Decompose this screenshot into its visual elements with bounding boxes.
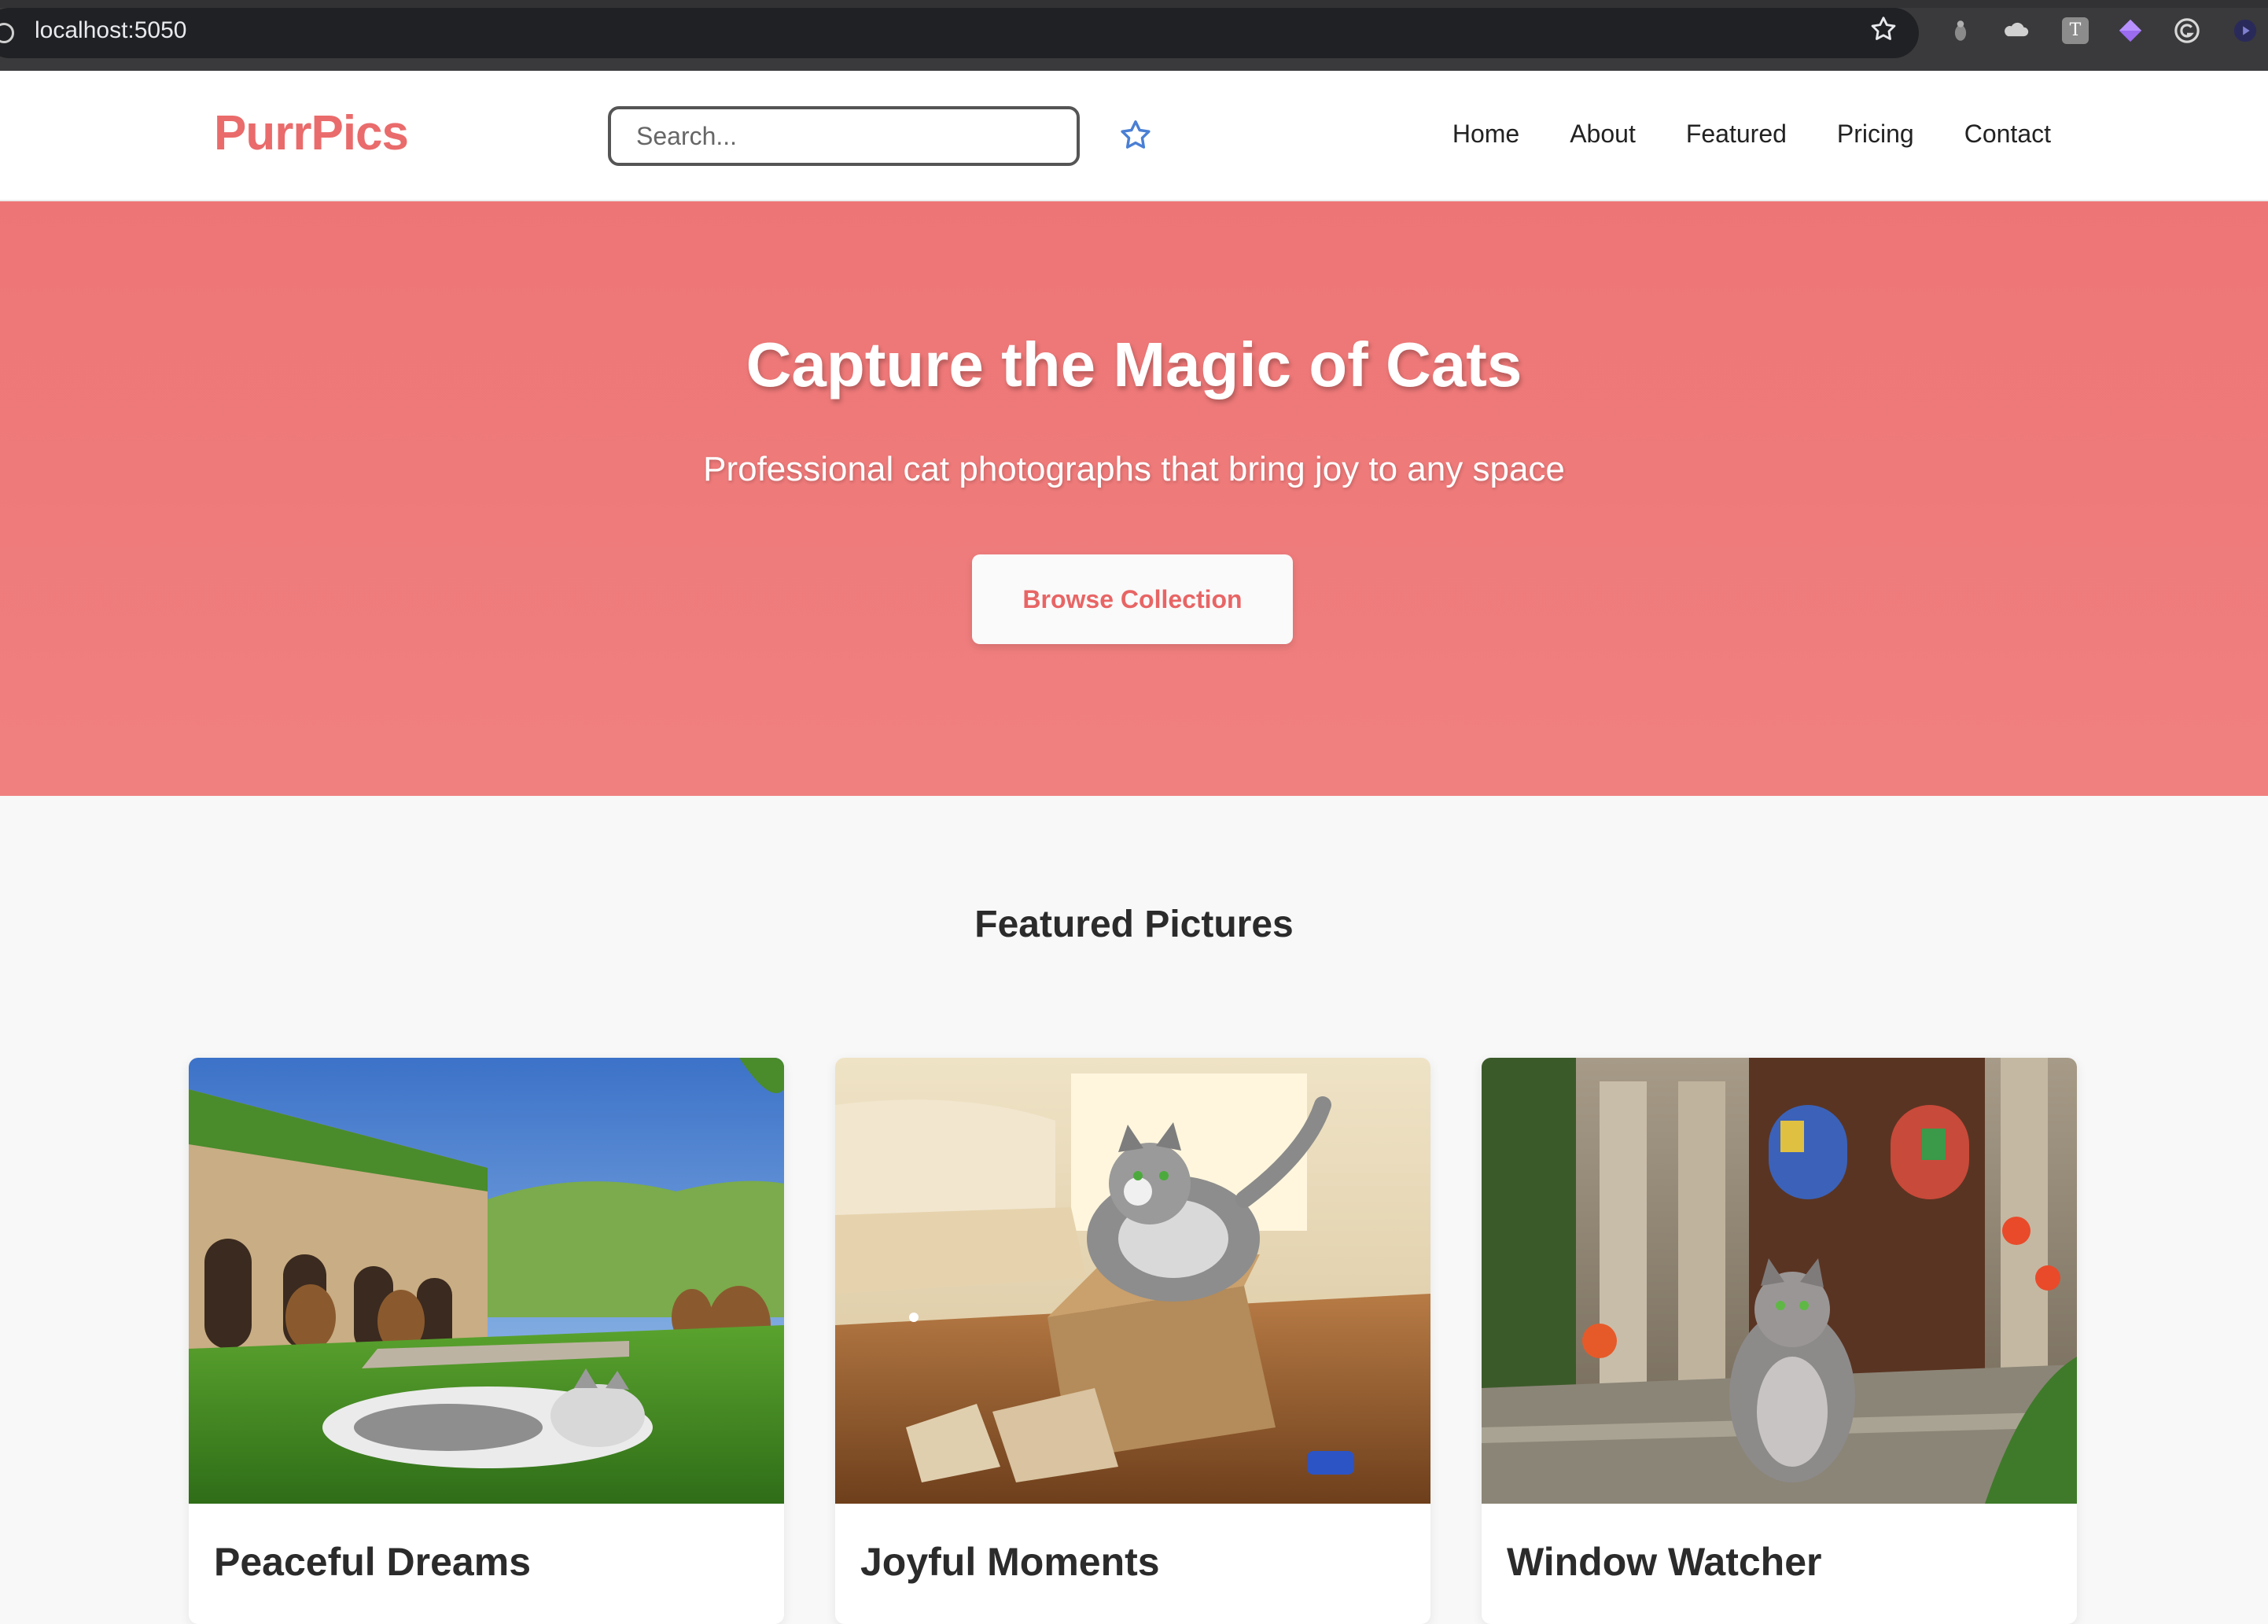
hero-subtitle: Professional cat photographs that bring … [703, 450, 1565, 488]
hero-section: Capture the Magic of Cats Professional c… [0, 201, 2268, 796]
extension-play-icon[interactable] [2232, 17, 2259, 44]
extension-diamond-icon[interactable] [2117, 17, 2144, 44]
nav-featured[interactable]: Featured [1686, 120, 1787, 149]
nav-contact[interactable]: Contact [1964, 120, 2051, 149]
cat-sleeping-vineyard-image[interactable] [189, 1058, 784, 1504]
browse-collection-button[interactable]: Browse Collection [972, 554, 1293, 644]
card-title[interactable]: Joyful Moments [860, 1539, 1160, 1585]
search-input[interactable] [608, 106, 1080, 166]
featured-card-peaceful-dreams[interactable]: Peaceful Dreams [189, 1058, 784, 1624]
nav-about[interactable]: About [1570, 120, 1636, 149]
hero-title: Capture the Magic of Cats [746, 330, 1522, 400]
site-header: PurrPics Home About Featured Pricing Con… [0, 71, 2268, 201]
address-bar[interactable] [0, 8, 1919, 58]
extension-grammar-icon[interactable] [2174, 17, 2200, 44]
nav-pricing[interactable]: Pricing [1837, 120, 1914, 149]
favorites-star-icon[interactable] [1117, 117, 1154, 153]
url-text[interactable]: localhost:5050 [35, 17, 186, 44]
nav-home[interactable]: Home [1452, 120, 1519, 149]
card-title[interactable]: Window Watcher [1507, 1539, 1821, 1585]
featured-card-joyful-moments[interactable]: Joyful Moments [835, 1058, 1430, 1624]
featured-card-window-watcher[interactable]: Window Watcher [1482, 1058, 2077, 1624]
cat-playing-box-image[interactable] [835, 1058, 1430, 1504]
bookmark-star-icon[interactable] [1869, 14, 1898, 44]
tab-strip [0, 0, 2268, 8]
browser-toolbar: localhost:5050 T [0, 0, 2268, 71]
card-title[interactable]: Peaceful Dreams [214, 1539, 531, 1585]
main-nav: Home About Featured Pricing Contact [1452, 120, 2051, 149]
extension-pin-icon[interactable] [1947, 17, 1974, 44]
extension-text-icon[interactable]: T [2062, 17, 2089, 44]
site-logo[interactable]: PurrPics [214, 105, 409, 161]
cat-cathedral-steps-image[interactable] [1482, 1058, 2077, 1504]
featured-title: Featured Pictures [974, 904, 1294, 945]
extension-cloud-icon[interactable] [2004, 17, 2031, 44]
